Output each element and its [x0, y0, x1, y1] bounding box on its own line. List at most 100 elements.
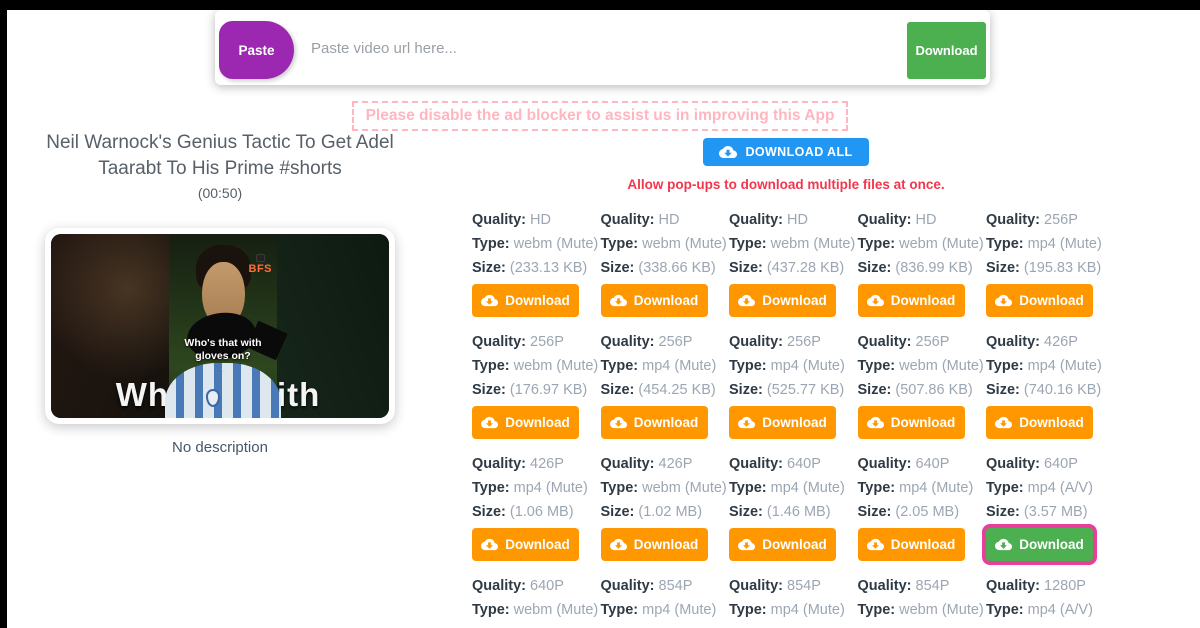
quality-label: Quality: [472, 212, 526, 228]
type-label: Type: [729, 602, 767, 618]
size-line: Size: (454.25 KB) [601, 382, 730, 398]
type-value: webm (Mute) [899, 358, 984, 374]
quality-value: 256P [1044, 212, 1078, 228]
download-button[interactable]: Download [907, 22, 986, 79]
quality-label: Quality: [857, 212, 912, 228]
bfs-watermark: BFS [249, 254, 273, 275]
quality-value: 854P [787, 578, 821, 594]
download-option: Quality: 640P Type: mp4 (Mute) Size: (1.… [729, 456, 858, 578]
type-line: Type: webm (Mute) [472, 236, 601, 252]
size-value: (437.28 KB) [766, 260, 845, 276]
download-item-button[interactable]: Download [729, 406, 836, 439]
size-value: (3.57 MB) [1023, 504, 1088, 520]
download-item-button[interactable]: Download [600, 284, 708, 317]
download-item-label: Download [762, 415, 827, 430]
cloud-download-icon [609, 416, 627, 429]
download-option: Quality: 854P Type: mp4 (Mute) Size: Dow… [729, 578, 858, 628]
download-item-button[interactable]: Download [472, 284, 579, 317]
size-line: Size: (3.57 MB) [986, 504, 1115, 520]
download-item-button[interactable]: Download [600, 406, 708, 439]
download-all-button[interactable]: DOWNLOAD ALL [703, 138, 869, 166]
download-item-button[interactable]: Download [986, 284, 1093, 317]
quality-label: Quality: [600, 456, 655, 472]
type-value: mp4 (A/V) [1027, 480, 1093, 496]
quality-label: Quality: [600, 334, 655, 350]
download-item-button[interactable]: Download [857, 528, 965, 561]
type-line: Type: mp4 (Mute) [729, 480, 858, 496]
type-value: mp4 (Mute) [770, 480, 845, 496]
size-value: (233.13 KB) [509, 260, 588, 276]
quality-line: Quality: 640P [472, 578, 601, 594]
type-label: Type: [600, 480, 639, 496]
quality-label: Quality: [729, 456, 783, 472]
size-line: Size: (525.77 KB) [729, 382, 858, 398]
download-item-button[interactable]: Download [600, 528, 708, 561]
thumbnail-video-frame: BFS Who's that with gloves on? ··· [164, 234, 289, 418]
download-option: Quality: 640P Type: webm (Mute) Size: Do… [472, 578, 601, 628]
size-line: Size: (195.83 KB) [986, 260, 1115, 276]
size-value: (1.46 MB) [766, 504, 831, 520]
download-item-button[interactable]: Download [472, 406, 579, 439]
quality-line: Quality: 640P [729, 456, 858, 472]
type-value: mp4 (Mute) [1027, 236, 1102, 252]
type-line: Type: webm (Mute) [601, 480, 730, 496]
quality-line: Quality: 854P [858, 578, 987, 594]
size-label: Size: [986, 382, 1020, 398]
download-item-button[interactable]: Download [986, 528, 1093, 561]
type-value: mp4 (Mute) [1027, 358, 1102, 374]
size-label: Size: [729, 504, 763, 520]
quality-value: 640P [530, 578, 564, 594]
caption-subtext: ··· [220, 367, 226, 374]
download-all-wrap: DOWNLOAD ALL [472, 138, 1100, 166]
download-item-button[interactable]: Download [729, 284, 836, 317]
cloud-download-icon [738, 538, 756, 551]
quality-label: Quality: [472, 578, 526, 594]
type-label: Type: [729, 358, 767, 374]
download-item-button[interactable]: Download [986, 406, 1093, 439]
size-value: (1.02 MB) [638, 504, 703, 520]
page: Paste Download Please disable the ad blo… [0, 0, 1200, 628]
size-line: Size: (507.86 KB) [858, 382, 987, 398]
quality-label: Quality: [986, 578, 1040, 594]
size-label: Size: [857, 504, 892, 520]
quality-line: Quality: 426P [986, 334, 1115, 350]
type-line: Type: mp4 (Mute) [601, 358, 730, 374]
quality-value: HD [530, 212, 551, 228]
size-value: (454.25 KB) [638, 382, 716, 398]
download-item-label: Download [633, 293, 699, 308]
download-item-button[interactable]: Download [472, 528, 579, 561]
type-label: Type: [600, 236, 639, 252]
download-item-button[interactable]: Download [857, 284, 965, 317]
type-label: Type: [472, 358, 510, 374]
quality-label: Quality: [729, 578, 783, 594]
download-option: Quality: 854P Type: webm (Mute) Size: Do… [858, 578, 987, 628]
type-value: webm (Mute) [899, 236, 984, 252]
quality-label: Quality: [600, 578, 655, 594]
quality-label: Quality: [857, 578, 912, 594]
bfs-logo-text: BFS [248, 263, 272, 275]
download-item-button[interactable]: Download [729, 528, 836, 561]
quality-label: Quality: [857, 456, 912, 472]
download-item-label: Download [890, 415, 956, 430]
paste-button[interactable]: Paste [219, 21, 294, 79]
type-label: Type: [472, 480, 510, 496]
size-line: Size: (176.97 KB) [472, 382, 601, 398]
quality-value: 426P [1044, 334, 1078, 350]
type-line: Type: mp4 (Mute) [986, 358, 1115, 374]
size-label: Size: [986, 504, 1020, 520]
type-line: Type: mp4 (Mute) [986, 236, 1115, 252]
type-value: mp4 (Mute) [770, 602, 845, 618]
type-label: Type: [857, 480, 896, 496]
quality-value: 1280P [1044, 578, 1086, 594]
download-item-label: Download [505, 415, 570, 430]
type-value: mp4 (Mute) [642, 602, 717, 618]
type-value: mp4 (Mute) [770, 358, 845, 374]
type-label: Type: [857, 358, 896, 374]
size-line: Size: (1.46 MB) [729, 504, 858, 520]
video-url-input[interactable] [311, 24, 871, 72]
download-option: Quality: HD Type: webm (Mute) Size: (437… [729, 212, 858, 334]
download-option: Quality: 256P Type: mp4 (Mute) Size: (45… [600, 334, 730, 456]
size-value: (836.99 KB) [895, 260, 973, 276]
size-line: Size: (1.02 MB) [601, 504, 730, 520]
download-item-button[interactable]: Download [857, 406, 965, 439]
